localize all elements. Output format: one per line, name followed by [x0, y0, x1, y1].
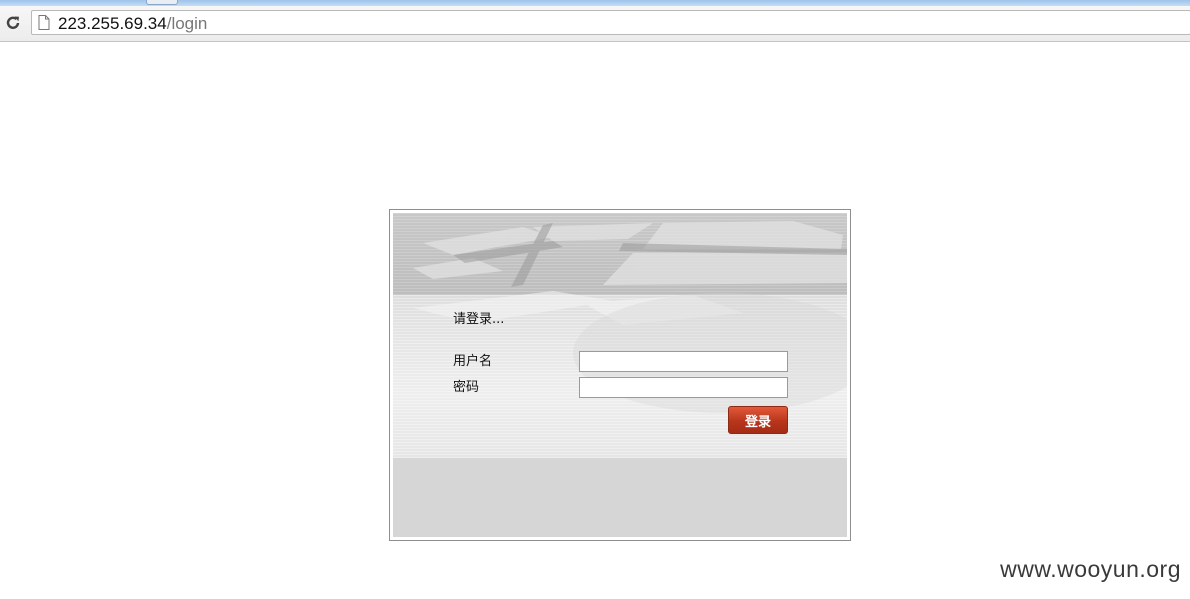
url-host: 223.255.69.34 — [58, 14, 167, 33]
username-input[interactable] — [579, 351, 788, 372]
reload-icon[interactable] — [3, 13, 23, 33]
username-label: 用户名 — [453, 354, 493, 369]
watermark-text: www.wooyun.org — [1000, 556, 1181, 582]
login-button[interactable]: 登录 — [728, 406, 788, 434]
page-icon — [38, 15, 50, 34]
login-prompt: 请登录... — [453, 312, 505, 327]
login-footer — [393, 458, 847, 537]
address-url: 223.255.69.34/login — [58, 13, 207, 34]
login-box: 请登录... 用户名 密码 登录 — [389, 209, 851, 541]
browser-tab[interactable] — [146, 0, 178, 5]
password-input[interactable] — [579, 377, 788, 398]
password-label: 密码 — [453, 380, 480, 395]
browser-toolbar: 223.255.69.34/login — [0, 6, 1190, 42]
login-panel: 请登录... 用户名 密码 登录 — [393, 213, 847, 537]
url-path: /login — [166, 14, 208, 33]
address-bar[interactable]: 223.255.69.34/login — [31, 10, 1190, 35]
